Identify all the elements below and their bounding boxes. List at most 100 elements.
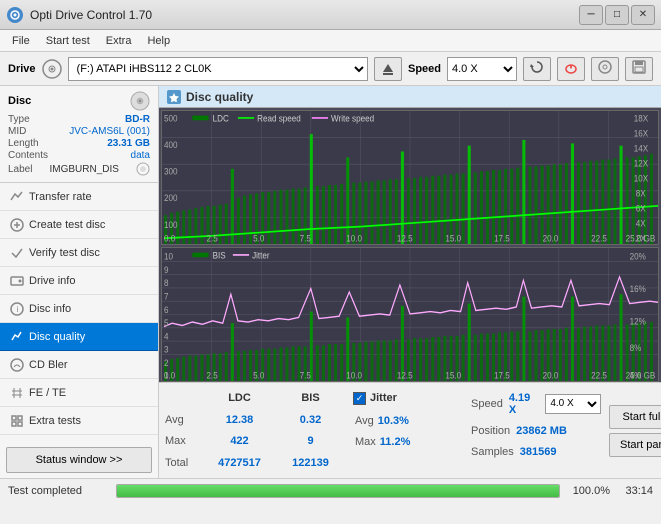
jitter-max-label: Max: [355, 436, 376, 448]
svg-text:6X: 6X: [636, 203, 646, 214]
status-text: Test completed: [8, 485, 108, 497]
svg-text:100: 100: [164, 219, 178, 230]
stats-columns: LDC BIS Avg 12.38 0.32 Max 422 9 Total 4…: [165, 387, 345, 474]
nav-fe-te[interactable]: FE / TE: [0, 379, 158, 407]
svg-text:7: 7: [164, 291, 169, 302]
eject-button[interactable]: [374, 57, 402, 81]
stats-area: LDC BIS Avg 12.38 0.32 Max 422 9 Total 4…: [159, 382, 661, 478]
progress-bar-outer: [116, 484, 560, 498]
svg-text:20.0: 20.0: [543, 370, 559, 381]
menubar: File Start test Extra Help: [0, 30, 661, 52]
svg-text:0.0: 0.0: [164, 370, 175, 381]
svg-text:8: 8: [164, 278, 169, 289]
length-value: 23.31 GB: [107, 138, 150, 149]
maximize-button[interactable]: □: [605, 5, 629, 25]
svg-text:25.0 GB: 25.0 GB: [626, 233, 656, 244]
svg-text:12%: 12%: [630, 316, 646, 327]
nav-verify-test-disc[interactable]: Verify test disc: [0, 239, 158, 267]
svg-text:16%: 16%: [630, 283, 646, 294]
titlebar: Opti Drive Control 1.70 ─ □ ✕: [0, 0, 661, 30]
total-bis: 122139: [278, 457, 343, 469]
disc-icon: [130, 91, 150, 111]
svg-text:300: 300: [164, 166, 178, 177]
svg-text:10: 10: [164, 251, 173, 262]
svg-text:12X: 12X: [634, 158, 649, 169]
start-full-button[interactable]: Start full: [609, 405, 661, 429]
nav-extra-tests[interactable]: Extra tests: [0, 407, 158, 435]
start-part-button[interactable]: Start part: [609, 433, 661, 457]
drive-icon: [10, 274, 24, 288]
nav-transfer-rate[interactable]: Transfer rate: [0, 183, 158, 211]
svg-text:4: 4: [164, 331, 169, 342]
svg-text:3: 3: [164, 344, 169, 355]
svg-text:6: 6: [164, 304, 169, 315]
mid-label: MID: [8, 126, 26, 137]
type-value: BD-R: [125, 114, 150, 125]
burn-button[interactable]: [557, 57, 585, 81]
avg-label: Avg: [165, 414, 201, 426]
nav-create-test-disc[interactable]: Create test disc: [0, 211, 158, 239]
quality-icon: [10, 330, 24, 344]
svg-text:10X: 10X: [634, 173, 649, 184]
speed-select-small[interactable]: 4.0 X: [545, 394, 601, 414]
bis-col-header: BIS: [278, 392, 343, 404]
svg-text:8X: 8X: [636, 188, 646, 199]
app-icon: [6, 6, 24, 24]
disc-title: Disc: [8, 95, 31, 107]
jitter-label: Jitter: [370, 392, 397, 404]
cd-bler-icon: [10, 358, 24, 372]
chart1: 500 400 300 200 100 18X 16X 14X 12X 10X …: [161, 110, 659, 245]
svg-text:4X: 4X: [636, 218, 646, 229]
menu-start-test[interactable]: Start test: [38, 33, 98, 49]
nav-cd-bler[interactable]: CD Bler: [0, 351, 158, 379]
nav-items: Transfer rate Create test disc Verify te…: [0, 183, 158, 435]
save-button[interactable]: [625, 57, 653, 81]
chart2: 10 9 8 7 6 5 4 3 2 1 20% 16% 12% 8% 4%: [161, 247, 659, 382]
svg-text:LDC: LDC: [213, 113, 229, 124]
position-label: Position: [471, 425, 510, 437]
label-label: Label: [8, 164, 32, 175]
nav-drive-info[interactable]: Drive info: [0, 267, 158, 295]
minimize-button[interactable]: ─: [579, 5, 603, 25]
extra-icon: [10, 414, 24, 428]
svg-text:9: 9: [164, 264, 169, 275]
cd-icon: [42, 59, 62, 79]
nav-disc-info[interactable]: i Disc info: [0, 295, 158, 323]
drive-select[interactable]: (F:) ATAPI iHBS112 2 CL0K: [68, 57, 368, 81]
refresh-button[interactable]: [523, 57, 551, 81]
ldc-col-header: LDC: [207, 392, 272, 404]
speed-position-section: Speed 4.19 X 4.0 X Position 23862 MB Sam…: [471, 387, 601, 474]
mid-value: JVC-AMS6L (001): [69, 126, 150, 137]
menu-file[interactable]: File: [4, 33, 38, 49]
info-icon: i: [10, 302, 24, 316]
max-label: Max: [165, 435, 201, 447]
samples-label: Samples: [471, 446, 514, 458]
svg-text:Jitter: Jitter: [252, 250, 270, 261]
total-ldc: 4727517: [207, 457, 272, 469]
speed-select[interactable]: 4.0 X: [447, 57, 517, 81]
svg-text:5: 5: [164, 318, 169, 329]
svg-text:25.0 GB: 25.0 GB: [626, 370, 656, 381]
menu-help[interactable]: Help: [139, 33, 178, 49]
svg-text:200: 200: [164, 193, 178, 204]
drivebar: Drive (F:) ATAPI iHBS112 2 CL0K Speed 4.…: [0, 52, 661, 86]
svg-text:10.0: 10.0: [346, 233, 362, 244]
close-button[interactable]: ✕: [631, 5, 655, 25]
speed-info-val: 4.19 X: [509, 392, 540, 416]
app-title: Opti Drive Control 1.70: [30, 8, 579, 22]
disc-button[interactable]: [591, 57, 619, 81]
total-label: Total: [165, 457, 201, 469]
progress-bar-inner: [117, 485, 559, 497]
jitter-checkbox[interactable]: ✓: [353, 392, 366, 405]
nav-disc-quality[interactable]: Disc quality: [0, 323, 158, 351]
progress-time: 33:14: [618, 485, 653, 497]
length-label: Length: [8, 138, 39, 149]
max-ldc: 422: [207, 435, 272, 447]
jitter-avg-label: Avg: [355, 415, 374, 427]
quality-title: Disc quality: [186, 90, 253, 104]
status-window-button[interactable]: Status window >>: [6, 447, 152, 473]
menu-extra[interactable]: Extra: [98, 33, 140, 49]
svg-text:15.0: 15.0: [445, 370, 461, 381]
svg-text:8%: 8%: [630, 342, 642, 353]
action-buttons: Start full Start part: [609, 387, 661, 474]
